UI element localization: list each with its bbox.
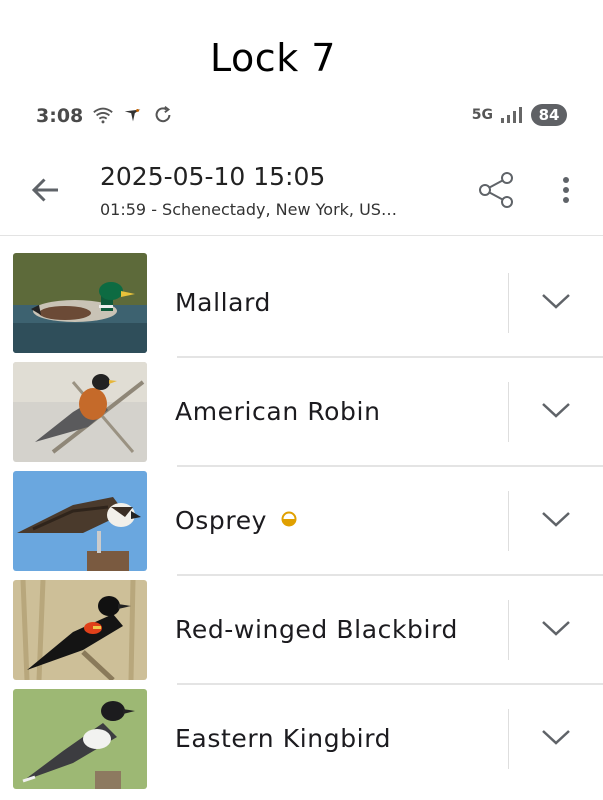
chevron-down-icon[interactable] — [538, 398, 574, 422]
bird-icon — [124, 108, 141, 122]
chevron-down-icon[interactable] — [538, 616, 574, 640]
battery-badge: 84 — [531, 104, 567, 126]
osprey-photo — [13, 471, 147, 571]
red-winged-blackbird-photo — [13, 580, 147, 680]
list-item[interactable]: Eastern Kingbird — [0, 681, 603, 790]
divider — [508, 491, 509, 551]
list-item[interactable]: Mallard — [0, 245, 603, 358]
divider — [508, 709, 509, 769]
species-list: Mallard American Robin Osprey Red-winged… — [0, 245, 603, 790]
species-name: American Robin — [175, 397, 381, 426]
share-icon[interactable] — [474, 168, 518, 212]
status-icons — [92, 104, 174, 126]
species-name: Eastern Kingbird — [175, 724, 392, 753]
status-time: 3:08 — [36, 105, 84, 127]
more-options-icon[interactable] — [552, 172, 580, 208]
mallard-photo — [13, 253, 147, 353]
page-title: 2025-05-10 15:05 — [100, 162, 326, 191]
chevron-down-icon[interactable] — [538, 507, 574, 531]
list-item[interactable]: Red-winged Blackbird — [0, 572, 603, 685]
image-caption: Lock 7 — [210, 36, 336, 80]
page-subtitle: 01:59 - Schenectady, New York, US… — [100, 200, 397, 219]
list-item[interactable]: Osprey — [0, 463, 603, 576]
half-circle-icon — [281, 511, 297, 527]
network-label: 5G — [471, 107, 493, 123]
wifi-icon — [93, 107, 113, 124]
american-robin-photo — [13, 362, 147, 462]
sync-icon — [155, 106, 171, 123]
back-arrow-icon[interactable] — [28, 172, 64, 208]
chevron-down-icon[interactable] — [538, 289, 574, 313]
list-item[interactable]: American Robin — [0, 354, 603, 467]
divider — [508, 273, 509, 333]
divider — [508, 600, 509, 660]
status-right: 5G 84 — [472, 104, 567, 126]
app-bar: 2025-05-10 15:05 01:59 - Schenectady, Ne… — [0, 150, 603, 236]
eastern-kingbird-photo — [13, 689, 147, 789]
signal-icon — [501, 107, 522, 123]
species-name: Mallard — [175, 288, 272, 317]
species-name: Osprey — [175, 506, 297, 535]
divider — [508, 382, 509, 442]
chevron-down-icon[interactable] — [538, 725, 574, 749]
status-bar: 3:08 5G 84 — [0, 100, 603, 132]
species-name: Red-winged Blackbird — [175, 615, 458, 644]
